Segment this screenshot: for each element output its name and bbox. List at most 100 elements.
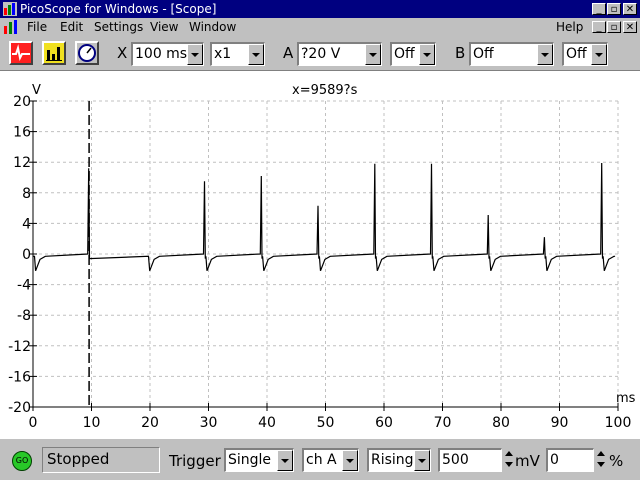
channel-a-coupling-select[interactable]: Off: [390, 42, 436, 66]
picoscope-app-icon[interactable]: [3, 2, 17, 16]
x-tick-label: 90: [551, 415, 569, 431]
status-readout: Stopped: [42, 447, 160, 473]
close-button[interactable]: ✕: [623, 3, 637, 15]
restore-button[interactable]: ▫: [607, 3, 621, 15]
channel-a-range-select[interactable]: ?20 V: [297, 42, 382, 66]
channel-b-label: B: [455, 44, 466, 62]
doc-close-button[interactable]: ✕: [623, 21, 637, 33]
menu-help[interactable]: Help: [556, 20, 583, 34]
menu-bar: File Edit Settings View Window Help _ ▫ …: [0, 18, 640, 36]
spin-down-icon[interactable]: [595, 460, 607, 472]
spectrum-icon: [44, 43, 64, 63]
chevron-down-icon[interactable]: [365, 44, 381, 65]
y-tick-label: -20: [8, 400, 31, 416]
spin-down-icon[interactable]: [503, 460, 515, 472]
x-tick-label: 30: [200, 415, 218, 431]
trigger-level-value: 500: [442, 452, 469, 468]
x-tick-label: 40: [258, 415, 276, 431]
x-unit-label: ms: [616, 391, 636, 406]
pretrigger-spinner[interactable]: [595, 448, 607, 472]
channel-b-range-value: Off: [473, 46, 494, 62]
multiplier-select[interactable]: x1: [210, 42, 265, 66]
x-axis-label: X: [117, 44, 128, 62]
timebase-select[interactable]: 100 ms: [131, 42, 204, 66]
channel-a-coupling-value: Off: [394, 46, 415, 62]
trigger-channel-value: ch A: [306, 452, 337, 468]
menu-settings[interactable]: Settings: [94, 20, 143, 34]
go-button[interactable]: GO: [12, 451, 32, 471]
pretrigger-input[interactable]: 0: [546, 448, 594, 472]
y-tick-label: -12: [8, 339, 31, 355]
trigger-level-spinner[interactable]: [503, 448, 515, 472]
y-tick-label: 4: [22, 216, 31, 232]
toolbar: X 100 ms x1 A ?20 V Off B Off Off: [0, 36, 640, 71]
x-tick-label: 0: [29, 415, 38, 431]
chevron-down-icon[interactable]: [537, 44, 553, 65]
trigger-edge-value: Rising: [371, 452, 414, 468]
pretrigger-unit: %: [609, 452, 624, 470]
y-tick-label: 20: [13, 94, 31, 110]
channel-b-coupling-select[interactable]: Off: [562, 42, 608, 66]
cursor-readout: x=9589?s: [292, 83, 358, 98]
meter-mode-button[interactable]: [75, 41, 99, 65]
multiplier-value: x1: [214, 46, 232, 62]
spectrum-mode-button[interactable]: [42, 41, 66, 65]
doc-restore-button[interactable]: ▫: [607, 21, 621, 33]
x-tick-label: 20: [141, 415, 159, 431]
waveform-icon: [11, 43, 31, 63]
level-unit: mV: [515, 452, 540, 470]
minimize-button[interactable]: _: [592, 3, 606, 15]
x-tick-label: 50: [317, 415, 335, 431]
channel-a-range-value: ?20 V: [301, 46, 341, 62]
timebase-value: 100 ms: [135, 46, 188, 62]
pretrigger-value: 0: [550, 452, 559, 468]
x-tick-label: 70: [434, 415, 452, 431]
trace-layer: [33, 162, 616, 272]
channel-a-label: A: [283, 44, 294, 62]
chevron-down-icon[interactable]: [187, 44, 203, 65]
channel-b-coupling-value: Off: [566, 46, 587, 62]
grid: [32, 100, 619, 408]
document-icon[interactable]: [2, 19, 20, 35]
scope-mode-button[interactable]: [9, 41, 33, 65]
chevron-down-icon[interactable]: [277, 450, 293, 471]
y-tick-label: -16: [8, 369, 31, 385]
doc-minimize-button[interactable]: _: [592, 21, 606, 33]
y-tick-label: 12: [13, 155, 31, 171]
x-tick-label: 60: [375, 415, 393, 431]
y-tick-label: -8: [17, 308, 31, 324]
chevron-down-icon[interactable]: [591, 44, 607, 65]
chevron-down-icon[interactable]: [248, 44, 264, 65]
y-tick-label: -4: [17, 278, 31, 294]
x-tick-label: 10: [83, 415, 101, 431]
y-tick-label: 0: [22, 247, 31, 263]
y-tick-label: 16: [13, 125, 31, 141]
chevron-down-icon[interactable]: [342, 450, 358, 471]
trigger-edge-select[interactable]: Rising: [367, 448, 431, 472]
y-tick-label: 8: [22, 186, 31, 202]
chevron-down-icon[interactable]: [414, 450, 430, 471]
scope-chart[interactable]: 201612840-4-8-12-16-200 10 20 30 40 50 60 70 80 9…: [0, 71, 640, 439]
scope-view[interactable]: 20 16 12 8 4 0 -4 -8 -12 -16 -20 0 10 20 30 40 50 60 70 80 9…: [0, 71, 640, 439]
title-bar: PicoScope for Windows - [Scope] _ ▫ ✕: [0, 0, 640, 18]
menu-view[interactable]: View: [150, 20, 178, 34]
x-tick-label: 100: [605, 415, 632, 431]
channel-b-range-select[interactable]: Off: [469, 42, 554, 66]
trigger-level-input[interactable]: 500: [438, 448, 502, 472]
menu-window[interactable]: Window: [189, 20, 236, 34]
channel-a-trace: [33, 162, 616, 272]
menu-file[interactable]: File: [27, 20, 47, 34]
y-unit-label: V: [32, 83, 41, 98]
x-tick-label: 80: [492, 415, 510, 431]
menu-edit[interactable]: Edit: [60, 20, 83, 34]
chevron-down-icon[interactable]: [419, 44, 435, 65]
window-title: PicoScope for Windows - [Scope]: [20, 2, 217, 16]
trigger-mode-value: Single: [228, 452, 272, 468]
trigger-mode-select[interactable]: Single: [224, 448, 294, 472]
status-bar: GO Stopped Trigger Single ch A Rising 50…: [0, 440, 640, 480]
meter-gauge-icon: [78, 44, 96, 62]
trigger-label: Trigger: [169, 452, 221, 470]
spin-up-icon[interactable]: [595, 448, 607, 460]
spin-up-icon[interactable]: [503, 448, 515, 460]
trigger-channel-select[interactable]: ch A: [302, 448, 359, 472]
